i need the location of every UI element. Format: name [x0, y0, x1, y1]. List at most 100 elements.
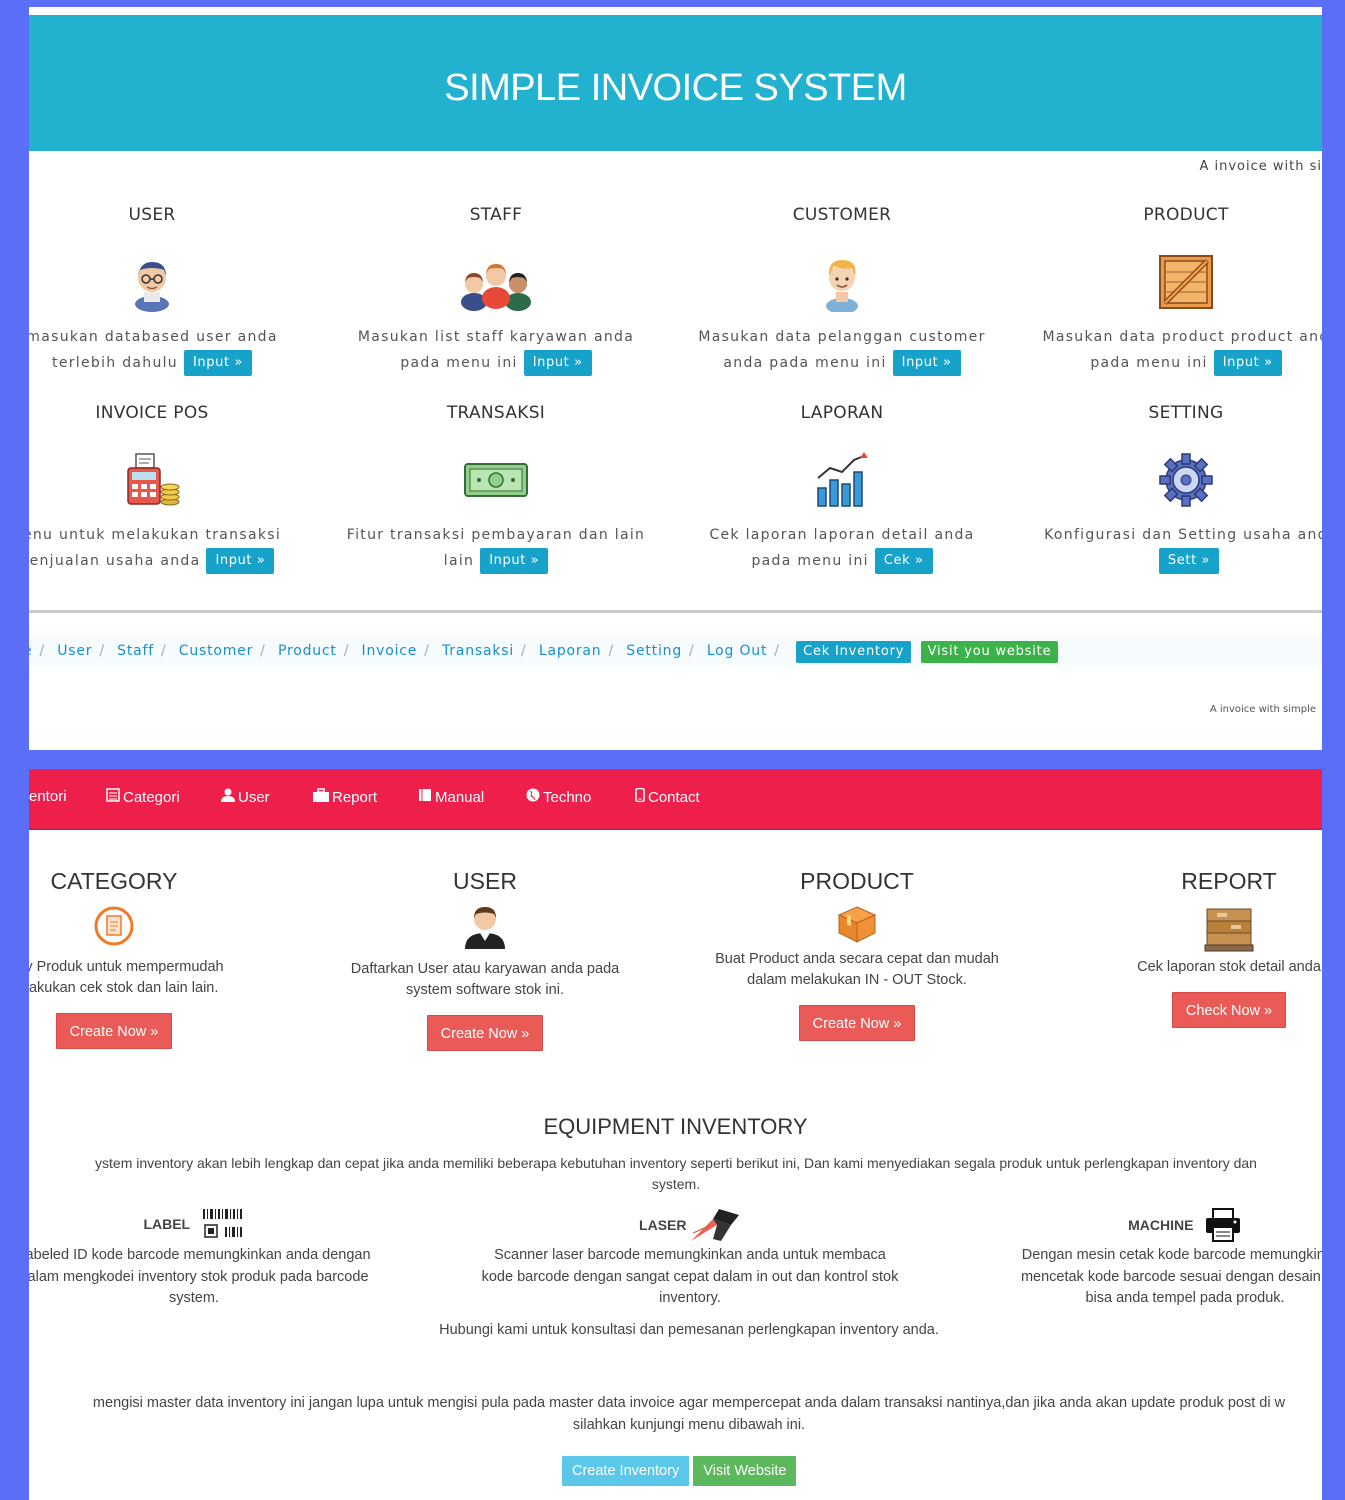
feature-title: TRANSAKSI [446, 403, 546, 423]
nav-techno[interactable]: Techno [526, 788, 591, 806]
feature-title: PRODUCT [1143, 205, 1229, 225]
nav-label: Techno [543, 789, 592, 806]
divider [29, 610, 1322, 613]
check-now-button[interactable]: Check Now » [1171, 992, 1287, 1028]
input-button[interactable]: Input » [183, 350, 252, 376]
barcode-label-icon [202, 1209, 242, 1238]
equipment-machine: MACHINE Dengan mesin cetak kode barcode … [975, 1207, 1322, 1310]
briefcase-icon [313, 788, 329, 806]
nav-inventori[interactable]: entori [29, 788, 67, 805]
create-now-button[interactable]: Create Now » [798, 1005, 916, 1041]
card-product: PRODUCT Buat Product anda secara cepat d… [687, 867, 1027, 1041]
breadcrumb-transaksi[interactable]: Transaksi [442, 643, 514, 659]
equipment-desc-line1: Scanner laser barcode memungkinkan anda … [494, 1247, 886, 1263]
nav-report[interactable]: Report [313, 788, 377, 806]
feature-staff: STAFF Masukan list staff karyawan anda p… [336, 204, 656, 376]
equipment-desc-line2: dalam mengkodei inventory stok produk pa… [29, 1268, 369, 1285]
feature-desc-line2: anda pada menu ini [723, 355, 887, 371]
feature-desc-line1: Masukan data pelanggan customer [698, 329, 986, 345]
breadcrumb-logout[interactable]: Log Out [707, 643, 767, 659]
feature-desc-line1: Masukan data product product and [1042, 329, 1322, 345]
card-desc-line1: Buat Product anda secara cepat dan mudah [715, 951, 999, 967]
feature-title: SETTING [1148, 403, 1224, 423]
breadcrumb-invoice[interactable]: Invoice [362, 643, 418, 659]
breadcrumb-product[interactable]: Product [278, 643, 337, 659]
breadcrumb: e/ User/ Staff/ Customer/ Product/ Invoi… [29, 637, 1322, 665]
feature-desc-line2: pada menu ini [1090, 355, 1208, 371]
visit-website-button[interactable]: Visit Website [693, 1456, 797, 1486]
info-note-line1: mengisi master data inventory ini jangan… [92, 1395, 1286, 1411]
book-icon [418, 788, 432, 806]
input-button[interactable]: Input » [480, 548, 549, 574]
nav-label: Manual [435, 789, 485, 806]
input-button[interactable]: Input » [892, 350, 961, 376]
nav-contact[interactable]: Contact [635, 787, 700, 806]
user-icon [465, 907, 505, 949]
contact-note: Hubungi kami untuk konsultasi dan pemesa… [439, 1322, 939, 1338]
feature-product: PRODUCT Masukan data product product and… [1026, 204, 1322, 376]
card-desc-line2: system software stok ini. [406, 982, 564, 998]
pos-register-icon [127, 453, 180, 506]
category-icon [94, 906, 134, 946]
nav-label: Report [332, 789, 378, 806]
stacked-boxes-icon [1204, 908, 1254, 952]
equipment-desc-line1: Labeled ID kode barcode memungkinkan and… [29, 1247, 371, 1263]
nav-categori[interactable]: Categori [106, 788, 180, 806]
card-user: USER Daftarkan User atau karyawan anda p… [315, 867, 655, 1051]
breadcrumb-laporan[interactable]: Laporan [539, 643, 602, 659]
equipment-laser: LASER Scanner laser barcode memungkinkan… [480, 1207, 900, 1310]
feature-desc-line1: Masukan list staff karyawan anda [357, 329, 635, 345]
card-desc-line2: dalam melakukan IN - OUT Stock. [747, 972, 967, 988]
breadcrumb-home[interactable]: e [29, 643, 32, 659]
nav-manual[interactable]: Manual [418, 788, 484, 806]
visit-website-button[interactable]: Visit you website [920, 641, 1059, 663]
equipment-desc-line1: Dengan mesin cetak kode barcode memungki… [1021, 1247, 1322, 1263]
cek-inventory-button[interactable]: Cek Inventory [796, 641, 912, 663]
box-icon [837, 906, 877, 943]
list-icon [106, 788, 120, 806]
equipment-desc-line2: kode barcode dengan sangat cepat dalam i… [481, 1268, 899, 1285]
card-title: REPORT [1181, 868, 1277, 894]
create-inventory-button[interactable]: Create Inventory [562, 1456, 690, 1486]
equipment-desc-line3: inventory. [659, 1290, 721, 1306]
breadcrumb-user[interactable]: User [57, 643, 92, 659]
nav-label: Categori [123, 789, 180, 806]
input-button[interactable]: Input » [206, 548, 275, 574]
breadcrumb-setting[interactable]: Setting [626, 643, 682, 659]
feature-transaksi: TRANSAKSI Fitur transaksi pembayaran dan… [336, 402, 656, 574]
feature-desc-line1: Cek laporan laporan detail anda [709, 527, 975, 543]
phone-icon [635, 787, 645, 806]
user-icon [135, 262, 169, 312]
staff-group-icon [461, 264, 531, 311]
feature-customer: CUSTOMER Masukan data pelanggan customer… [682, 204, 1002, 376]
sett-button[interactable]: Sett » [1158, 548, 1220, 574]
nav-label: Contact [648, 789, 700, 806]
inventory-panel: entori Categori User Report Manual Techn… [29, 769, 1322, 1500]
create-now-button[interactable]: Create Now » [55, 1013, 173, 1049]
info-note-line2: silahkan kunjungi menu dibawah ini. [572, 1416, 806, 1433]
breadcrumb-staff[interactable]: Staff [117, 643, 154, 659]
card-category: CATEGORY gory Produk untuk mempermudah n… [29, 867, 284, 1049]
laser-scanner-icon [690, 1209, 739, 1241]
equipment-desc-line2: mencetak kode barcode sesuai dengan desa… [1020, 1268, 1322, 1285]
feature-user: USER masukan databased user anda terlebi… [29, 204, 312, 376]
create-now-button[interactable]: Create Now » [426, 1015, 544, 1051]
feature-desc-line2: pada menu ini [400, 355, 518, 371]
card-desc-line1: Cek laporan stok detail anda [1137, 959, 1321, 975]
page-title: SIMPLE INVOICE SYSTEM [444, 67, 907, 109]
section-desc-line2: system. [651, 1176, 701, 1192]
feature-invoice-pos: INVOICE POS enu untuk melakukan transaks… [29, 402, 312, 574]
card-desc-line1: Daftarkan User atau karyawan anda pada [350, 961, 620, 977]
feature-title: USER [128, 205, 176, 225]
cek-button[interactable]: Cek » [874, 548, 933, 574]
input-button[interactable]: Input » [523, 350, 592, 376]
navbar: entori Categori User Report Manual Techn… [29, 769, 1322, 830]
feature-setting: SETTING Konfigurasi dan Setting usaha an… [1026, 402, 1322, 574]
breadcrumb-customer[interactable]: Customer [179, 643, 253, 659]
input-button[interactable]: Input » [1213, 350, 1282, 376]
feature-desc-line2: terlebih dahulu [52, 355, 178, 371]
crate-icon [1159, 255, 1213, 309]
equipment-title: MACHINE [1128, 1217, 1194, 1233]
section-desc-line1: ystem inventory akan lebih lengkap dan c… [95, 1155, 1257, 1171]
nav-user[interactable]: User [221, 788, 270, 806]
